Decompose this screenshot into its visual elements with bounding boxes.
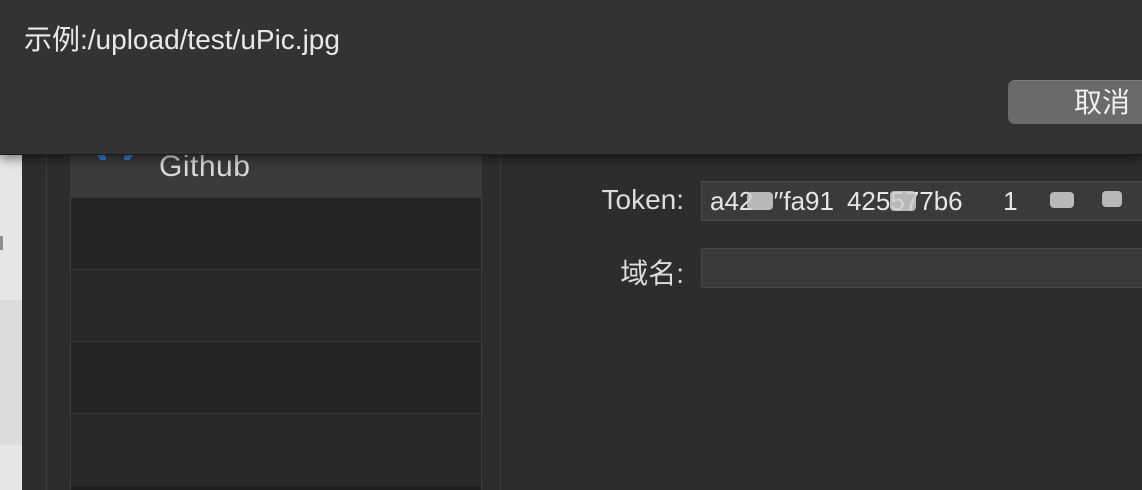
provider-item-label: Github — [159, 150, 251, 183]
provider-item[interactable] — [71, 342, 481, 414]
panel-divider — [500, 150, 501, 490]
provider-item[interactable] — [71, 270, 481, 342]
provider-list[interactable]: Github — [70, 122, 482, 490]
path-example-hint: 示例:/upload/test/uPic.jpg — [24, 24, 340, 55]
provider-item[interactable] — [71, 198, 481, 270]
app-screen: Github Token: a42 ′′fa91 425577b6 1 域名: … — [0, 0, 1142, 490]
redaction-mark — [747, 192, 773, 210]
redaction-mark — [890, 191, 916, 211]
redaction-mark — [1102, 191, 1122, 207]
path-hint-sheet: 示例:/upload/test/uPic.jpg 取消 — [0, 0, 1142, 155]
redaction-mark — [1050, 192, 1074, 208]
background-window-shade — [0, 300, 22, 445]
domain-field[interactable] — [701, 248, 1142, 288]
domain-label: 域名: — [620, 258, 684, 289]
provider-item[interactable] — [71, 414, 481, 486]
token-label: Token: — [601, 184, 685, 215]
token-field[interactable]: a42 ′′fa91 425577b6 1 — [701, 181, 1142, 221]
cancel-button[interactable]: 取消 — [1008, 80, 1142, 124]
background-window-edge-mark — [0, 236, 3, 250]
